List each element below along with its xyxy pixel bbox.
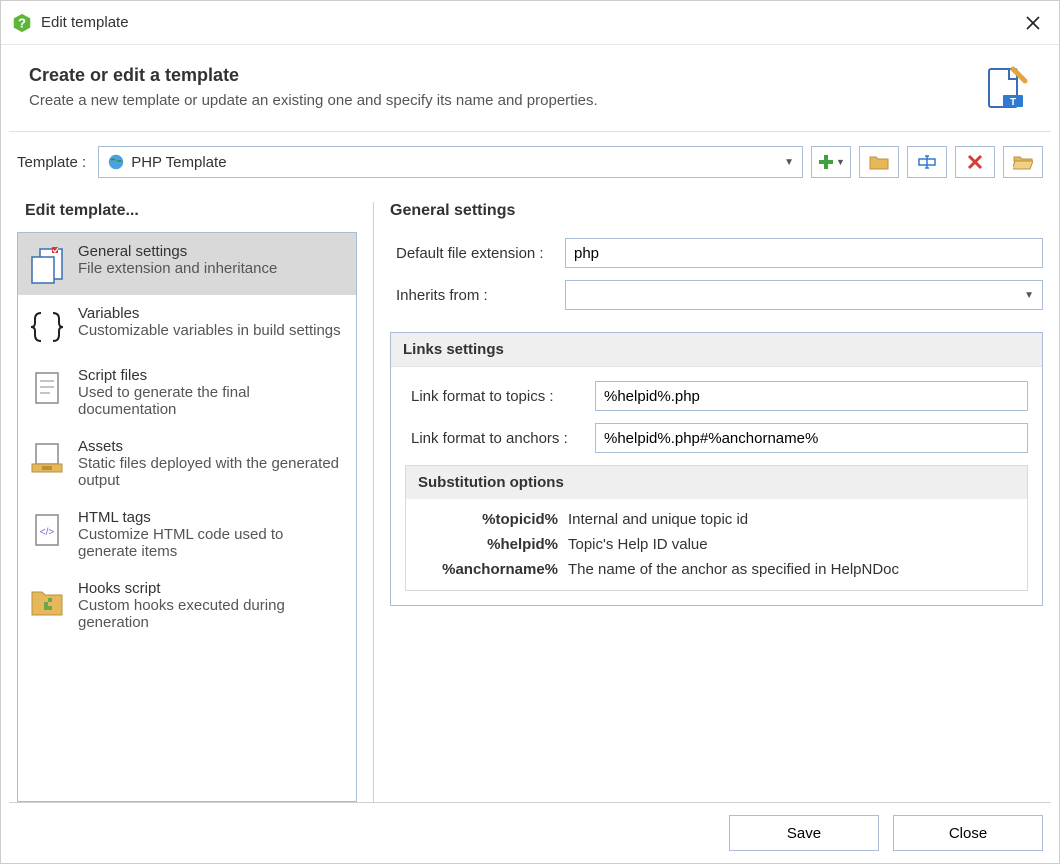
sidebar-item-desc: File extension and inheritance — [78, 260, 346, 277]
sidebar-item-desc: Static files deployed with the generated… — [78, 455, 346, 489]
window-close-button[interactable] — [1017, 7, 1049, 39]
save-button[interactable]: Save — [729, 815, 879, 851]
link-topics-input[interactable] — [595, 381, 1028, 411]
sidebar-nav: General settings File extension and inhe… — [17, 232, 357, 802]
sidebar-item-title: Hooks script — [78, 580, 346, 597]
folder-open-icon — [1013, 153, 1033, 171]
template-selector-row: Template : PHP Template ▼ ▼ — [1, 132, 1059, 192]
dialog-header: Create or edit a template Create a new t… — [1, 45, 1059, 131]
sidebar-item-title: Script files — [78, 367, 346, 384]
chevron-down-icon: ▼ — [784, 157, 794, 168]
pane-heading: General settings — [390, 192, 1043, 238]
inherits-row: Inherits from : ▼ — [390, 280, 1043, 310]
sidebar-item-script-files[interactable]: Script files Used to generate the final … — [18, 357, 356, 428]
sidebar-item-assets[interactable]: Assets Static files deployed with the ge… — [18, 428, 356, 499]
assets-icon — [26, 438, 68, 480]
script-file-icon — [26, 367, 68, 409]
open-folder-button[interactable] — [859, 146, 899, 178]
substitution-row: %topicid% Internal and unique topic id — [418, 511, 1015, 528]
template-page-icon: T — [983, 65, 1031, 113]
add-template-button[interactable]: ▼ — [811, 146, 851, 178]
sidebar-item-desc: Used to generate the final documentation — [78, 384, 346, 418]
sidebar-item-desc: Customize HTML code used to generate ite… — [78, 526, 346, 560]
sidebar: Edit template... General settings File e… — [17, 192, 357, 802]
rename-button[interactable] — [907, 146, 947, 178]
substitution-key: %helpid% — [418, 536, 568, 553]
links-settings-panel: Links settings Link format to topics : L… — [390, 332, 1043, 606]
substitution-row: %anchorname% The name of the anchor as s… — [418, 561, 1015, 578]
default-ext-row: Default file extension : — [390, 238, 1043, 268]
default-ext-label: Default file extension : — [390, 245, 565, 262]
window-title: Edit template — [41, 14, 1017, 31]
browse-button[interactable] — [1003, 146, 1043, 178]
template-label: Template : — [17, 154, 86, 171]
app-icon: ? — [11, 12, 33, 34]
dialog-header-title: Create or edit a template — [29, 65, 983, 86]
braces-icon — [26, 305, 68, 347]
default-ext-input[interactable] — [565, 238, 1043, 268]
sidebar-item-title: Assets — [78, 438, 346, 455]
svg-text:?: ? — [18, 15, 26, 30]
edit-template-dialog: ? Edit template Create or edit a templat… — [0, 0, 1060, 864]
chevron-down-icon: ▼ — [836, 157, 845, 167]
substitution-options-panel: Substitution options %topicid% Internal … — [405, 465, 1028, 591]
substitution-options-header: Substitution options — [406, 466, 1027, 499]
substitution-key: %topicid% — [418, 511, 568, 528]
sidebar-item-general-settings[interactable]: General settings File extension and inhe… — [18, 233, 356, 295]
globe-icon — [107, 153, 125, 171]
sidebar-heading: Edit template... — [17, 192, 357, 232]
general-settings-pane: General settings Default file extension … — [390, 192, 1043, 802]
hooks-folder-icon — [26, 580, 68, 622]
sidebar-item-html-tags[interactable]: </> HTML tags Customize HTML code used t… — [18, 499, 356, 570]
plus-icon — [817, 153, 835, 171]
chevron-down-icon: ▼ — [1024, 290, 1034, 301]
sidebar-item-desc: Custom hooks executed during generation — [78, 597, 346, 631]
link-topics-row: Link format to topics : — [405, 381, 1028, 411]
link-anchors-input[interactable] — [595, 423, 1028, 453]
delete-icon — [966, 153, 984, 171]
substitution-desc: Internal and unique topic id — [568, 511, 748, 528]
close-button[interactable]: Close — [893, 815, 1043, 851]
link-topics-label: Link format to topics : — [405, 388, 595, 405]
template-select-value: PHP Template — [131, 154, 784, 171]
delete-button[interactable] — [955, 146, 995, 178]
svg-text:</>: </> — [40, 527, 55, 538]
link-anchors-label: Link format to anchors : — [405, 430, 595, 447]
substitution-desc: Topic's Help ID value — [568, 536, 708, 553]
dialog-footer: Save Close — [9, 802, 1051, 863]
column-separator — [373, 202, 374, 802]
links-settings-header: Links settings — [391, 333, 1042, 367]
template-select[interactable]: PHP Template ▼ — [98, 146, 803, 178]
titlebar: ? Edit template — [1, 1, 1059, 45]
settings-page-icon — [26, 243, 68, 285]
dialog-header-subtitle: Create a new template or update an exist… — [29, 92, 983, 109]
close-icon — [1025, 15, 1041, 31]
substitution-key: %anchorname% — [418, 561, 568, 578]
inherits-select[interactable]: ▼ — [565, 280, 1043, 310]
sidebar-item-desc: Customizable variables in build settings — [78, 322, 346, 339]
inherits-label: Inherits from : — [390, 287, 565, 304]
folder-icon — [869, 153, 889, 171]
html-file-icon: </> — [26, 509, 68, 551]
sidebar-item-title: Variables — [78, 305, 346, 322]
sidebar-item-title: General settings — [78, 243, 346, 260]
rename-icon — [917, 153, 937, 171]
sidebar-item-variables[interactable]: Variables Customizable variables in buil… — [18, 295, 356, 357]
svg-text:T: T — [1010, 97, 1016, 108]
sidebar-item-title: HTML tags — [78, 509, 346, 526]
sidebar-item-hooks-script[interactable]: Hooks script Custom hooks executed durin… — [18, 570, 356, 641]
substitution-desc: The name of the anchor as specified in H… — [568, 561, 899, 578]
substitution-row: %helpid% Topic's Help ID value — [418, 536, 1015, 553]
link-anchors-row: Link format to anchors : — [405, 423, 1028, 453]
main-content: Edit template... General settings File e… — [1, 192, 1059, 802]
